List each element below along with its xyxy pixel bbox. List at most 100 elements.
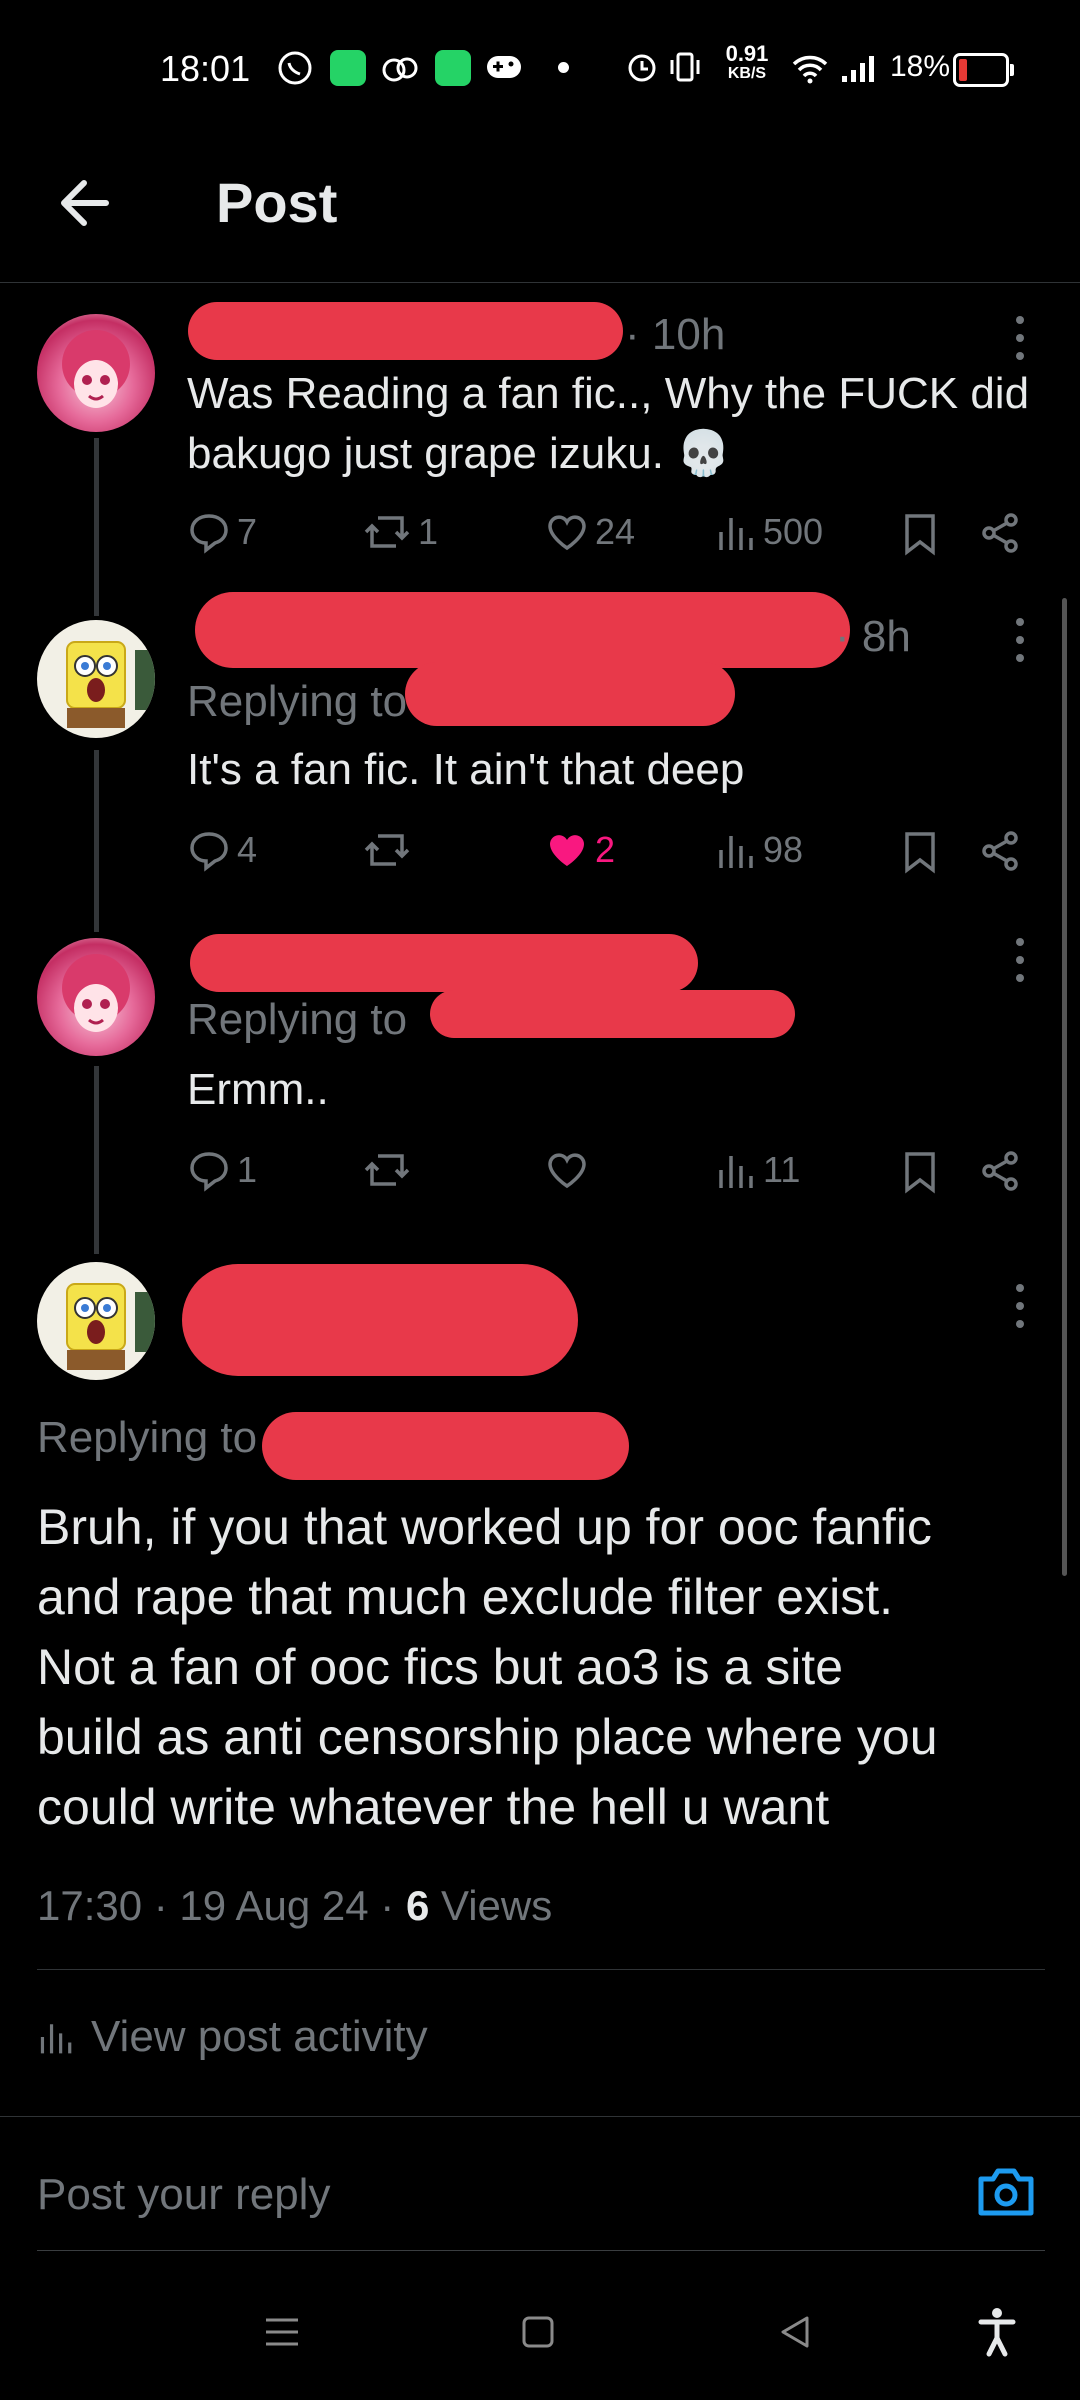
back-nav-button[interactable] [775,2312,815,2357]
alarm-icon [625,50,659,89]
scrollbar[interactable] [1062,598,1067,1576]
divider [0,2116,1080,2117]
main-post-text-line: could write whatever the hell u want [37,1779,830,1835]
bookmark-button[interactable] [902,830,938,879]
action-bar: 7 1 24 500 [187,510,1067,560]
post-text-line: bakugo just grape izuku. [187,429,664,478]
thread-line [94,438,99,616]
skull-emoji: 💀 [663,429,731,478]
redacted-username [195,592,850,668]
bookmark-button[interactable] [902,512,938,561]
avatar[interactable] [37,1262,155,1380]
views-button[interactable]: 11 [717,1148,800,1192]
home-nav-button[interactable] [518,2312,558,2357]
repost-button[interactable]: 1 [362,510,438,554]
post-text: Was Reading a fan fic.., Why the FUCK di… [187,364,1067,484]
view-post-activity-link[interactable]: View post activity [37,2012,428,2062]
post-text: It's a fan fic. It ain't that deep [187,745,745,794]
more-options-button[interactable] [1005,1278,1035,1338]
reply-button[interactable]: 7 [187,510,257,554]
gamepad-icon [485,52,523,87]
avatar[interactable] [37,620,155,738]
heart-filled-icon [550,835,584,866]
reply-button[interactable]: 1 [187,1148,257,1192]
share-icon [982,1151,1018,1191]
app-icon-2 [380,50,420,91]
redacted-handle [430,990,795,1038]
battery-icon [953,53,1014,87]
bookmark-icon [905,514,935,556]
main-post-text-line: build as anti censorship place where you [37,1709,938,1765]
action-bar: 1 11 [187,1148,1067,1198]
main-post-text-line: Not a fan of ooc fics but ao3 is a site [37,1639,844,1695]
post-text: Ermm.. [187,1065,329,1114]
avatar[interactable] [37,938,155,1056]
wifi-icon [790,52,830,89]
post-timestamp: 17:30 · 19 Aug 24 · [37,1882,406,1929]
reply-button[interactable]: 4 [187,828,257,872]
repost-icon [364,516,410,548]
analytics-icon [719,1156,753,1188]
like-button[interactable]: 2 [545,828,615,872]
back-button[interactable] [52,168,122,238]
view-post-activity-label: View post activity [91,2012,428,2061]
more-options-button[interactable] [1005,310,1035,370]
repost-button[interactable] [362,1148,412,1192]
share-icon [982,513,1018,553]
more-vertical-icon [1016,618,1024,662]
status-bar: 18:01 0.91 KB/S 18% [0,0,1080,140]
redacted-handle [405,662,735,726]
analytics-icon [719,518,753,550]
camera-button[interactable] [975,2165,1037,2224]
redacted-handle [262,1412,629,1480]
arrow-left-icon [61,180,109,226]
views-count: 500 [763,511,824,552]
whatsapp-icon [277,50,313,91]
post-metadata: 17:30 · 19 Aug 24 · 6 Views [37,1882,552,1930]
bookmark-button[interactable] [902,1150,938,1199]
battery-percent: 18% [890,50,951,83]
app-icon-3 [435,50,471,91]
status-time: 18:01 [160,48,251,89]
more-options-button[interactable] [1005,932,1035,992]
reply-icon [190,832,228,872]
camera-icon [978,2168,1034,2216]
share-button[interactable] [979,512,1021,559]
bookmark-icon [905,832,935,874]
repost-icon [364,834,410,866]
reply-count: 7 [237,511,258,552]
menu-nav-button[interactable] [262,2312,302,2357]
heart-icon [548,515,586,551]
repost-icon [364,1154,410,1186]
reply-icon [190,514,228,554]
network-speed: 0.91 KB/S [722,41,772,84]
views-count: 6 [405,1882,430,1929]
share-button[interactable] [979,1150,1021,1197]
post-text-line-2: bakugo just grape izuku. 💀 [187,424,1067,484]
share-icon [982,831,1018,871]
views-count: 11 [763,1149,801,1190]
avatar[interactable] [37,314,155,432]
views-count: 98 [763,829,804,870]
reply-input[interactable]: Post your reply [37,2170,330,2220]
more-vertical-icon [1016,938,1024,982]
more-vertical-icon [1016,316,1024,360]
replying-to-label: Replying to [37,1413,258,1462]
bookmark-icon [905,1152,935,1194]
post-time: · 10h [625,310,726,359]
accessibility-button[interactable] [975,2306,1019,2363]
like-count: 24 [595,511,636,552]
accessibility-icon [978,2308,1016,2357]
views-button[interactable]: 500 [717,510,823,554]
like-button[interactable] [545,1148,589,1192]
like-button[interactable]: 24 [545,510,635,554]
more-options-button[interactable] [1005,612,1035,672]
views-button[interactable]: 98 [717,828,803,872]
signal-icon [840,50,884,89]
post-text-line: Was Reading a fan fic.., Why the FUCK di… [187,369,1030,418]
divider [37,1969,1045,1970]
repost-button[interactable] [362,828,418,872]
network-speed-value: 0.91 [725,41,769,66]
redacted-username [190,934,698,992]
share-button[interactable] [979,830,1021,877]
